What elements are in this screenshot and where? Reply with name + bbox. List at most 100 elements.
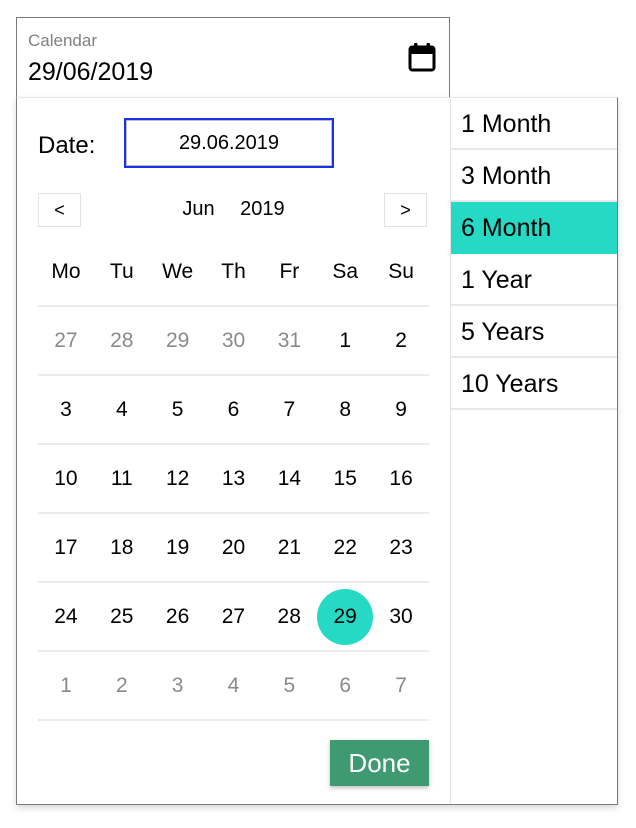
calendar-day[interactable]: 4 — [206, 652, 262, 719]
day-number: 3 — [60, 397, 72, 421]
day-number: 29 — [165, 328, 190, 352]
weekday-label: Th — [221, 259, 246, 283]
calendar-field[interactable]: Calendar 29/06/2019 — [16, 17, 450, 97]
month-label[interactable]: Jun — [182, 198, 214, 221]
day-number: 18 — [110, 535, 134, 559]
calendar-day[interactable]: 2 — [94, 652, 150, 719]
date-label: Date: — [38, 132, 96, 159]
day-number: 7 — [283, 397, 296, 421]
day-number: 22 — [333, 535, 357, 559]
calendar-day[interactable]: 28 — [261, 583, 317, 650]
calendar-day[interactable]: 31 — [261, 307, 317, 374]
field-value[interactable]: 29/06/2019 — [28, 58, 153, 87]
day-number: 30 — [221, 328, 246, 352]
calendar-day[interactable]: 10 — [38, 445, 94, 512]
range-option[interactable]: 10 Years — [451, 358, 617, 410]
day-number: 16 — [389, 466, 413, 490]
day-number: 20 — [221, 535, 246, 559]
day-number: 30 — [389, 604, 413, 628]
next-month-button[interactable]: > — [384, 193, 427, 227]
calendar-day[interactable]: 24 — [38, 583, 94, 650]
day-number: 3 — [171, 673, 184, 697]
calendar-day[interactable]: 28 — [94, 307, 150, 374]
day-number: 15 — [333, 466, 357, 490]
calendar-week-row: 10 11 12 13 14 15 16 — [38, 445, 429, 514]
calendar-day[interactable]: 14 — [261, 445, 317, 512]
calendar-icon[interactable] — [408, 42, 436, 72]
field-label: Calendar — [28, 31, 97, 50]
year-label[interactable]: 2019 — [240, 198, 285, 221]
calendar-pane: Date: < Jun 2019 > MoTuWeThFrSaSu 272829… — [17, 98, 451, 804]
calendar-day[interactable]: 19 — [150, 514, 206, 581]
calendar-day[interactable]: 13 — [206, 445, 262, 512]
calendar-grid: Mo Tu We Th Fr Sa Su 27 28 29 30 31 1 2 3 4 5 6 7 8 9 10 11 12… — [38, 248, 429, 721]
day-number: 1 — [339, 328, 352, 352]
calendar-day[interactable]: 26 — [150, 583, 206, 650]
range-option[interactable]: 6 Month — [451, 202, 617, 254]
calendar-day[interactable]: 5 — [261, 652, 317, 719]
calendar-day[interactable]: 1 — [317, 307, 373, 374]
day-number: 26 — [165, 604, 190, 628]
calendar-day[interactable]: 21 — [261, 514, 317, 581]
day-number: 2 — [395, 328, 407, 352]
calendar-week-row: 1 2 3 4 5 6 7 — [38, 652, 429, 721]
calendar-day[interactable]: 3 — [38, 376, 94, 443]
range-option[interactable]: 3 Month — [451, 150, 617, 202]
calendar-day[interactable]: 30 — [206, 307, 262, 374]
day-number: 5 — [171, 397, 184, 421]
calendar-day[interactable]: 17 — [38, 514, 94, 581]
calendar-day[interactable]: 15 — [317, 445, 373, 512]
day-number: 27 — [221, 604, 246, 628]
weekday-label: Tu — [109, 259, 134, 283]
calendar-day[interactable]: 12 — [150, 445, 206, 512]
calendar-day[interactable]: 27 — [205, 583, 261, 650]
calendar-day[interactable]: 16 — [373, 445, 429, 512]
calendar-day[interactable]: 29 — [150, 307, 206, 374]
calendar-day[interactable]: 4 — [94, 376, 150, 443]
calendar-week-row: 3 4 5 6 7 8 9 — [38, 376, 429, 445]
day-number: 7 — [395, 673, 407, 697]
day-number: 2 — [115, 673, 128, 697]
day-number: 29 — [317, 588, 374, 645]
calendar-day[interactable]: 20 — [206, 514, 262, 581]
calendar-day[interactable]: 5 — [150, 376, 206, 443]
date-input[interactable] — [124, 118, 334, 168]
day-number: 13 — [221, 466, 246, 490]
day-number: 27 — [54, 328, 78, 352]
calendar-day[interactable]: 3 — [150, 652, 206, 719]
range-list: 1 Month 3 Month 6 Month 1 Year 5 Years 10 Yea… — [451, 98, 617, 410]
calendar-week-row: 27 28 29 30 31 1 2 — [38, 307, 429, 376]
calendar-day[interactable]: 11 — [94, 445, 150, 512]
calendar-day[interactable]: 30 — [373, 583, 429, 650]
calendar-day[interactable]: 6 — [206, 376, 262, 443]
calendar-day[interactable]: 7 — [373, 652, 429, 719]
range-option[interactable]: 5 Years — [451, 306, 617, 358]
weekday-label: We — [162, 259, 194, 283]
day-number: 4 — [115, 397, 128, 421]
calendar-week-row: 17 18 19 20 21 22 23 — [38, 514, 429, 583]
calendar-day[interactable]: 1 — [38, 652, 94, 719]
day-number: 6 — [339, 673, 352, 697]
weekday-label: Fr — [279, 259, 300, 283]
day-number: 8 — [339, 397, 352, 421]
calendar-day[interactable]: 22 — [317, 514, 373, 581]
calendar-day[interactable]: 23 — [373, 514, 429, 581]
day-number: 28 — [277, 604, 301, 628]
day-number: 25 — [110, 604, 134, 628]
calendar-day[interactable]: 2 — [373, 307, 429, 374]
calendar-day[interactable]: 6 — [317, 652, 373, 719]
done-button[interactable]: Done — [330, 740, 429, 786]
day-number: 31 — [277, 328, 302, 352]
day-number: 23 — [389, 535, 413, 559]
calendar-day[interactable]: 8 — [317, 376, 373, 443]
calendar-day[interactable]: 7 — [261, 376, 317, 443]
calendar-day-selected[interactable]: 29 — [317, 583, 374, 650]
range-option[interactable]: 1 Year — [451, 254, 617, 306]
day-number: 6 — [227, 397, 240, 421]
calendar-day[interactable]: 9 — [373, 376, 429, 443]
range-option[interactable]: 1 Month — [451, 98, 617, 150]
calendar-day[interactable]: 27 — [38, 307, 94, 374]
calendar-week-row: 24 25 26 27 28 29 30 — [38, 583, 429, 652]
calendar-day[interactable]: 18 — [94, 514, 150, 581]
calendar-day[interactable]: 25 — [94, 583, 150, 650]
